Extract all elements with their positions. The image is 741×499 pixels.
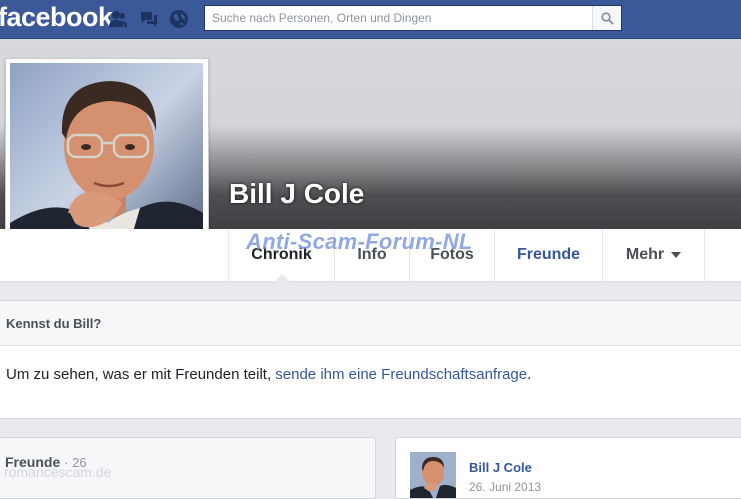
tab-fotos[interactable]: Fotos [409, 229, 494, 281]
profile-nav: Chronik Info Fotos Freunde Mehr [0, 229, 741, 282]
active-tab-caret [273, 274, 290, 282]
tab-label: Freunde [516, 246, 581, 263]
prompt-title: Kennst du Bill? [0, 301, 741, 346]
tab-label: Info [357, 246, 387, 263]
tab-info[interactable]: Info [334, 229, 409, 281]
post-avatar[interactable] [410, 452, 456, 498]
prompt-body: Um zu sehen, was er mit Freunden teilt, … [0, 346, 741, 403]
tab-mehr[interactable]: Mehr [602, 229, 705, 281]
post-author[interactable]: Bill J Cole [469, 460, 532, 475]
search-button[interactable] [592, 6, 621, 30]
tab-chronik[interactable]: Chronik [228, 229, 334, 282]
friend-requests-icon[interactable] [108, 9, 128, 29]
top-bar: facebook [0, 0, 741, 39]
tab-label: Fotos [430, 246, 474, 263]
notifications-globe-icon[interactable] [169, 9, 189, 29]
search-input[interactable] [205, 6, 593, 30]
prompt-period: . [527, 366, 532, 383]
profile-picture[interactable] [10, 63, 203, 256]
tab-label: Chronik [251, 246, 312, 263]
tab-freunde[interactable]: Freunde [494, 229, 602, 281]
post-card: Bill J Cole 26. Juni 2013 [395, 437, 741, 499]
profile-name[interactable]: Bill J Cole [229, 178, 364, 210]
tab-label: Mehr [625, 246, 665, 263]
friend-request-prompt: Kennst du Bill? Um zu sehen, was er mit … [0, 300, 741, 419]
send-friend-request-link[interactable]: sende ihm eine Freundschaftsanfrage [275, 366, 527, 383]
faint-watermark: romancescam.de [4, 464, 112, 480]
facebook-logo[interactable]: facebook [0, 2, 113, 33]
search-icon [600, 11, 614, 25]
prompt-text: Um zu sehen, was er mit Freunden teilt, [6, 366, 276, 383]
messages-icon[interactable] [139, 9, 159, 29]
post-date[interactable]: 26. Juni 2013 [469, 480, 541, 494]
chevron-down-icon [671, 252, 682, 258]
search-box [204, 5, 622, 31]
